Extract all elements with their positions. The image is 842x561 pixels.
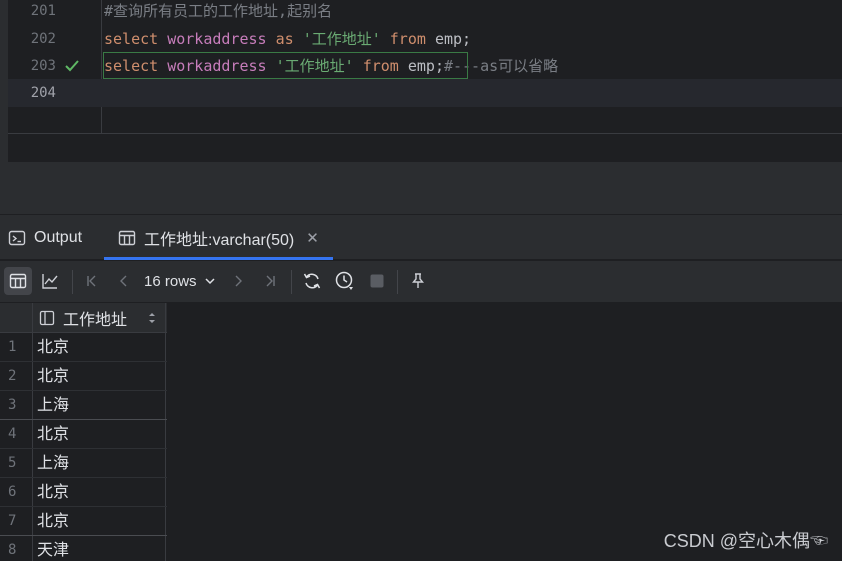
row-cell[interactable]: 天津 [32, 536, 166, 561]
table-row[interactable]: 8 天津 [0, 536, 167, 561]
auto-refresh-button[interactable] [331, 267, 359, 295]
editor-bottom-area [0, 162, 842, 214]
row-cell[interactable]: 上海 [32, 391, 166, 419]
stop-button[interactable] [363, 267, 391, 295]
chart-icon [42, 274, 58, 289]
table-row[interactable]: 1 北京 [0, 333, 167, 362]
editor-left-strip [0, 0, 8, 162]
row-cell[interactable]: 北京 [32, 507, 166, 535]
code-text: select workaddress as '工作地址' from emp; [104, 30, 472, 48]
line-number: 201 [30, 3, 56, 19]
chart-view-button[interactable] [36, 267, 64, 295]
table-row[interactable]: 6 北京 [0, 478, 167, 507]
column-header-label: 工作地址 [63, 312, 128, 329]
code-line-202[interactable]: 202 select workaddress as '工作地址' from em… [8, 25, 842, 53]
table-view-button[interactable] [4, 267, 32, 295]
last-page-button[interactable] [256, 267, 284, 295]
code-comment: #查询所有员工的工作地址,起别名 [104, 2, 333, 20]
console-icon [8, 230, 26, 245]
row-cell[interactable]: 北京 [32, 420, 166, 448]
refresh-icon [303, 273, 321, 289]
first-page-icon [87, 275, 96, 287]
row-cell[interactable]: 北京 [32, 333, 166, 361]
table-row[interactable]: 3 上海 [0, 391, 167, 420]
next-page-button[interactable] [224, 267, 252, 295]
row-number: 5 [8, 455, 17, 471]
toolbar-separator [397, 270, 398, 294]
services-tab-bar: Output 工作地址:varchar(50) ✕ [0, 214, 842, 260]
close-tab-icon[interactable]: ✕ [306, 229, 319, 247]
last-page-icon [266, 275, 275, 287]
page-size-dropdown[interactable]: 16 rows [144, 267, 217, 295]
table-row[interactable]: 7 北京 [0, 507, 167, 536]
code-line-204[interactable]: 204 [8, 79, 842, 107]
pin-icon [412, 273, 424, 288]
toolbar-separator [72, 270, 73, 294]
previous-page-button[interactable] [110, 267, 138, 295]
row-number: 7 [8, 513, 17, 529]
table-row[interactable]: 4 北京 [0, 420, 167, 449]
row-number: 6 [8, 484, 17, 500]
sort-icon[interactable] [147, 311, 157, 325]
row-number: 4 [8, 426, 17, 442]
line-number: 202 [30, 31, 56, 47]
tab-result-label: 工作地址:varchar(50) [144, 231, 295, 249]
refresh-button[interactable] [298, 267, 326, 295]
check-icon [65, 60, 79, 72]
line-number: 204 [30, 85, 56, 101]
result-toolbar: 16 rows [0, 261, 842, 303]
editor-end-line [8, 133, 842, 134]
tab-result[interactable]: 工作地址:varchar(50) ✕ [104, 215, 333, 260]
rows-count-label: 16 rows [144, 272, 197, 290]
pin-tab-button[interactable] [404, 267, 432, 295]
toolbar-separator [291, 270, 292, 294]
row-number: 8 [8, 542, 17, 558]
chevron-down-icon [205, 278, 215, 285]
first-page-button[interactable] [78, 267, 106, 295]
row-cell[interactable]: 北京 [32, 478, 166, 506]
row-number: 1 [8, 339, 17, 355]
result-grid[interactable]: 工作地址 1 北京 2 北京 3 上海 4 北京 5 上海 6 北京 7 北京 … [0, 303, 842, 561]
row-number: 2 [8, 368, 17, 384]
chevron-left-icon [120, 275, 127, 287]
column-icon [39, 310, 55, 326]
table-icon [118, 230, 136, 245]
grid-header: 工作地址 [0, 303, 167, 333]
row-number: 3 [8, 397, 17, 413]
stop-icon [370, 274, 384, 288]
table-row[interactable]: 2 北京 [0, 362, 167, 391]
row-cell[interactable]: 上海 [32, 449, 166, 477]
clock-icon [335, 271, 353, 290]
code-line-201[interactable]: 201 #查询所有员工的工作地址,起别名 [8, 0, 842, 25]
tab-output-label: Output [34, 228, 83, 246]
tab-output[interactable]: Output [8, 215, 82, 260]
sql-editor[interactable]: 201 #查询所有员工的工作地址,起别名 202 select workaddr… [0, 0, 842, 162]
column-header-workaddress[interactable]: 工作地址 [32, 303, 166, 333]
table-view-icon [9, 273, 27, 289]
table-row[interactable]: 5 上海 [0, 449, 167, 478]
executed-statement-highlight [103, 52, 468, 79]
row-cell[interactable]: 北京 [32, 362, 166, 390]
chevron-right-icon [235, 275, 242, 287]
watermark: CSDN @空心木偶☜ [663, 531, 828, 551]
line-number: 203 [30, 58, 56, 74]
